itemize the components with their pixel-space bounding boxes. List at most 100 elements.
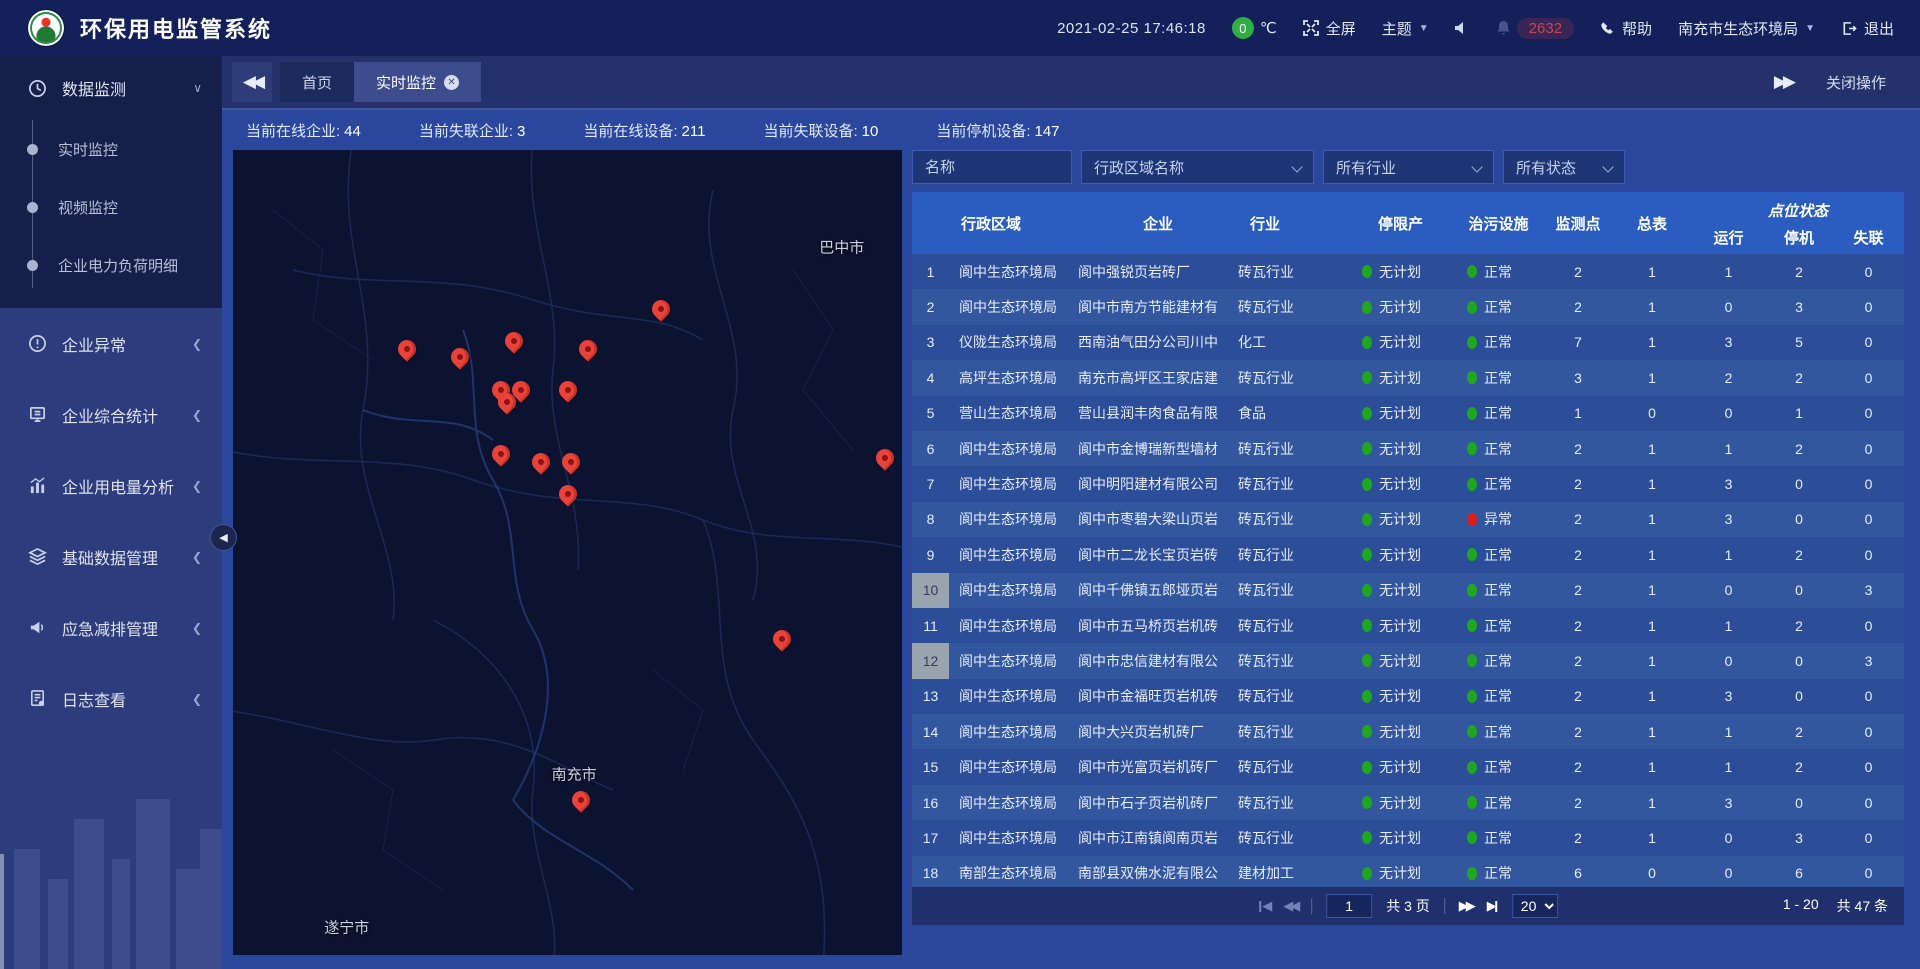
table-row[interactable]: 17 阆中生态环境局 阆中市江南镇阆南页岩 砖瓦行业 无计划 正常 2 1 0 … — [912, 820, 1904, 855]
status-filter-select[interactable]: 所有状态 — [1503, 150, 1625, 184]
row-stopped-count: 2 — [1765, 537, 1833, 572]
row-monitor-points: 3 — [1544, 360, 1612, 395]
row-limit-status: 无计划 — [1348, 360, 1453, 395]
map-marker-icon[interactable] — [875, 448, 895, 468]
map-marker-icon[interactable] — [531, 452, 551, 472]
row-region: 阆中生态环境局 — [949, 466, 1078, 501]
row-region: 阆中生态环境局 — [949, 608, 1078, 643]
notifications[interactable]: 2632 — [1496, 18, 1574, 39]
map-marker-icon[interactable] — [558, 380, 578, 400]
row-stopped-count: 0 — [1765, 502, 1833, 537]
sidebar-subitem-0-2[interactable]: 企业电力负荷明细 — [0, 236, 222, 294]
app-title: 环保用电监管系统 — [80, 12, 272, 44]
first-page-button[interactable]: ◀ — [1258, 898, 1269, 914]
tab-1[interactable]: 实时监控✕ — [354, 62, 481, 102]
name-filter-input[interactable] — [925, 159, 1059, 176]
page-number-input[interactable] — [1326, 894, 1372, 918]
theme-dropdown[interactable]: 主题 ▼ — [1382, 18, 1429, 39]
row-region: 阆中生态环境局 — [949, 749, 1078, 784]
status-dot-icon — [1362, 442, 1372, 455]
row-monitor-points: 2 — [1544, 608, 1612, 643]
next-page-button[interactable]: ▶▶ — [1459, 898, 1473, 914]
row-industry: 砖瓦行业 — [1238, 466, 1348, 501]
table-row[interactable]: 13 阆中生态环境局 阆中市金福旺页岩机砖 砖瓦行业 无计划 正常 2 1 3 … — [912, 679, 1904, 714]
sidebar-item-label: 企业用电量分析 — [62, 474, 174, 498]
row-monitor-points: 2 — [1544, 431, 1612, 466]
table-row[interactable]: 6 阆中生态环境局 阆中市金博瑞新型墙材 砖瓦行业 无计划 正常 2 1 1 2… — [912, 431, 1904, 466]
table-row[interactable]: 14 阆中生态环境局 阆中大兴页岩机砖厂 砖瓦行业 无计划 正常 2 1 1 2… — [912, 714, 1904, 749]
status-dot-icon — [1467, 336, 1477, 349]
map-marker-icon[interactable] — [578, 339, 598, 359]
prev-page-button[interactable]: ◀◀ — [1283, 898, 1297, 914]
tab-close-icon[interactable]: ✕ — [444, 75, 459, 90]
sidebar-scrollbar[interactable] — [0, 854, 4, 969]
map-marker-icon[interactable] — [561, 452, 581, 472]
close-operations-button[interactable]: 关闭操作 — [1826, 72, 1886, 93]
map-marker-icon[interactable] — [558, 484, 578, 504]
sidebar-item-label: 企业异常 — [62, 332, 126, 356]
map-marker-icon[interactable] — [450, 347, 470, 367]
status-dot-icon — [1362, 478, 1372, 491]
logout-button[interactable]: 退出 — [1841, 18, 1894, 39]
map-marker-icon[interactable] — [511, 380, 531, 400]
row-total-meters: 1 — [1612, 608, 1692, 643]
sidebar-item-4[interactable]: 基础数据管理❮ — [0, 521, 222, 592]
region-filter-select[interactable]: 行政区域名称 — [1081, 150, 1314, 184]
table-row[interactable]: 1 阆中生态环境局 阆中强锐页岩砖厂 砖瓦行业 无计划 正常 2 1 1 2 0 — [912, 254, 1904, 289]
fullscreen-button[interactable]: 全屏 — [1303, 18, 1356, 39]
sidebar-item-2[interactable]: 企业综合统计❮ — [0, 379, 222, 450]
row-region: 阆中生态环境局 — [949, 431, 1078, 466]
map-marker-icon[interactable] — [491, 444, 511, 464]
help-button[interactable]: 帮助 — [1600, 18, 1652, 39]
map-marker-icon[interactable] — [571, 790, 591, 810]
map-marker-icon[interactable] — [397, 339, 417, 359]
map[interactable]: 巴中市南充市遂宁市 — [233, 150, 902, 955]
table-row[interactable]: 9 阆中生态环境局 阆中市二龙长宝页岩砖 砖瓦行业 无计划 正常 2 1 1 2… — [912, 537, 1904, 572]
status-dot-icon — [1362, 867, 1372, 880]
mute-button[interactable] — [1455, 21, 1470, 35]
row-stopped-count: 0 — [1765, 466, 1833, 501]
row-industry: 砖瓦行业 — [1238, 431, 1348, 466]
table-row[interactable]: 16 阆中生态环境局 阆中市石子页岩机砖厂 砖瓦行业 无计划 正常 2 1 3 … — [912, 785, 1904, 820]
last-page-button[interactable]: ▶ — [1487, 898, 1498, 914]
row-running-count: 1 — [1692, 254, 1765, 289]
table-row[interactable]: 18 南部生态环境局 南部县双佛水泥有限公 建材加工 无计划 正常 6 0 0 … — [912, 856, 1904, 887]
sidebar-collapse-handle[interactable]: ◀ — [210, 524, 237, 551]
table-row[interactable]: 7 阆中生态环境局 阆中明阳建材有限公司 砖瓦行业 无计划 正常 2 1 3 0… — [912, 466, 1904, 501]
phone-icon — [1600, 21, 1615, 36]
chevron-down-icon: ∨ — [193, 81, 202, 95]
sidebar-subitem-0-0[interactable]: 实时监控 — [0, 120, 222, 178]
tabs-scroll-right-button[interactable]: ▶▶ — [1774, 72, 1792, 92]
sidebar-item-0[interactable]: 数据监测∨ — [0, 56, 222, 120]
org-dropdown[interactable]: 南充市生态环境局 ▼ — [1678, 18, 1815, 39]
row-offline-count: 0 — [1833, 856, 1904, 887]
pagination-bar: ◀ ◀◀ 共 3 页 ▶▶ ▶ 20 1 - 20 共 47 条 — [912, 887, 1904, 925]
row-company: 阆中大兴页岩机砖厂 — [1078, 714, 1238, 749]
table-row[interactable]: 2 阆中生态环境局 阆中市南方节能建材有 砖瓦行业 无计划 正常 2 1 0 3… — [912, 289, 1904, 324]
table-row[interactable]: 15 阆中生态环境局 阆中市光富页岩机砖厂 砖瓦行业 无计划 正常 2 1 1 … — [912, 749, 1904, 784]
table-row[interactable]: 3 仪陇生态环境局 西南油气田分公司川中 化工 无计划 正常 7 1 3 5 0 — [912, 325, 1904, 360]
table-row[interactable]: 5 营山生态环境局 营山县润丰肉食品有限 食品 无计划 正常 1 0 0 1 0 — [912, 396, 1904, 431]
sidebar-subitem-0-1[interactable]: 视频监控 — [0, 178, 222, 236]
sidebar-item-1[interactable]: 企业异常❮ — [0, 308, 222, 379]
page-size-select[interactable]: 20 — [1512, 894, 1558, 918]
tab-0[interactable]: 首页 — [280, 62, 354, 102]
tabs-scroll-left-button[interactable]: ◀◀ — [232, 62, 272, 102]
table-row[interactable]: 4 高坪生态环境局 南充市高坪区王家店建 砖瓦行业 无计划 正常 3 1 2 2… — [912, 360, 1904, 395]
map-marker-icon[interactable] — [772, 629, 792, 649]
table-row[interactable]: 12 阆中生态环境局 阆中市忠信建材有限公 砖瓦行业 无计划 正常 2 1 0 … — [912, 643, 1904, 678]
sidebar-item-5[interactable]: 应急减排管理❮ — [0, 592, 222, 663]
layers-icon — [26, 547, 48, 566]
table-row[interactable]: 11 阆中生态环境局 阆中市五马桥页岩机砖 砖瓦行业 无计划 正常 2 1 1 … — [912, 608, 1904, 643]
table-row[interactable]: 8 阆中生态环境局 阆中市枣碧大梁山页岩 砖瓦行业 无计划 异常 2 1 3 0… — [912, 502, 1904, 537]
sidebar-item-3[interactable]: 企业用电量分析❮ — [0, 450, 222, 521]
map-marker-icon[interactable] — [651, 299, 671, 319]
row-industry: 砖瓦行业 — [1238, 254, 1348, 289]
sidebar-item-6[interactable]: 日志查看❮ — [0, 663, 222, 734]
table-row[interactable]: 10 阆中生态环境局 阆中千佛镇五郎垭页岩 砖瓦行业 无计划 正常 2 1 0 … — [912, 573, 1904, 608]
row-limit-status: 无计划 — [1348, 714, 1453, 749]
map-marker-icon[interactable] — [504, 331, 524, 351]
chevron-down-icon — [1471, 161, 1482, 172]
row-facility-status: 正常 — [1453, 643, 1544, 678]
industry-filter-select[interactable]: 所有行业 — [1323, 150, 1494, 184]
